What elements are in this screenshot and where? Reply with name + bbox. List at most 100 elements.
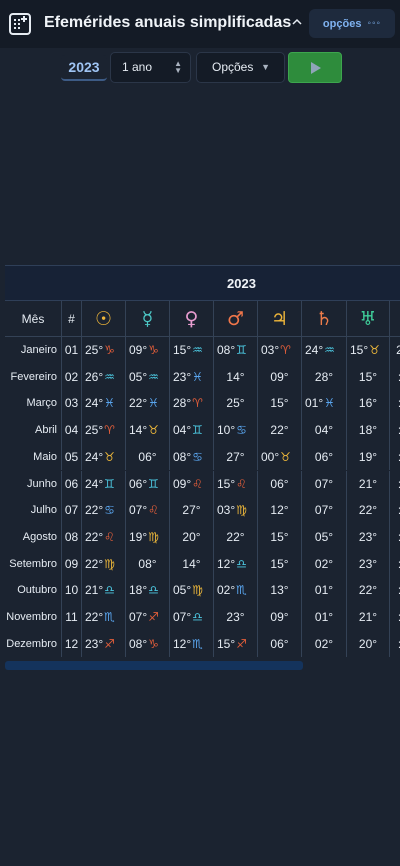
- zodiac-sign-icon: ♒: [192, 343, 203, 357]
- table-row: Junho0624°♊06°♊09°♌15°♌06°07°21°:: [5, 470, 400, 498]
- planet-position-cell: 13°: [258, 577, 302, 604]
- planet-position-cell: 07°♐: [126, 604, 170, 631]
- chevron-up-icon[interactable]: [288, 14, 306, 32]
- planet-position-cell: 02°: [302, 550, 347, 578]
- degree-value: 23°: [226, 610, 245, 624]
- degree-value: 18°: [129, 583, 148, 598]
- zodiac-sign-icon: ♊: [192, 423, 203, 438]
- zodiac-sign-icon: ♋: [104, 503, 115, 518]
- degree-value: 02°: [314, 636, 334, 651]
- degree-value: 12°: [173, 636, 192, 651]
- degree-value: 22°: [129, 396, 148, 411]
- degree-value: 03°: [261, 343, 280, 357]
- degree-value: 10°: [217, 423, 236, 438]
- overflow-cell: 2: [390, 337, 400, 364]
- planet-position-cell: 08°: [126, 550, 170, 578]
- row-number: 02: [62, 363, 82, 391]
- degree-value: 22°: [358, 583, 378, 598]
- degree-value: 14°: [182, 556, 201, 571]
- planet-position-cell: 16°: [347, 390, 390, 418]
- degree-value: 24°: [85, 476, 104, 491]
- degree-value: 15°: [358, 369, 378, 384]
- planet-position-cell: 22°: [258, 417, 302, 444]
- overflow-cell: :: [390, 444, 400, 471]
- row-number: 05: [62, 443, 82, 471]
- options-select[interactable]: Opções ▼: [196, 52, 285, 83]
- zodiac-sign-icon: ♍: [192, 583, 203, 598]
- planet-position-cell: 01°: [302, 577, 347, 604]
- table-row: Outubro1021°♎18°♎05°♍02°♏13°01°22°:: [5, 577, 400, 604]
- degree-value: 23°: [358, 529, 378, 544]
- table-row: Setembro0922°♍ 08° 14° 12°♎ 15° 02° 23°:: [5, 550, 400, 578]
- planet-position-cell: 07°: [302, 470, 347, 498]
- row-month: Julho: [5, 497, 62, 524]
- planet-position-cell: 01°: [302, 604, 347, 631]
- period-select[interactable]: 1 ano ▲ ▼: [110, 52, 191, 83]
- degree-value: 23°: [173, 369, 192, 384]
- degree-value: 09°: [270, 369, 289, 384]
- planet-position-cell: 15°: [347, 363, 390, 391]
- zodiac-sign-icon: ♑: [148, 636, 159, 651]
- planet-position-cell: 15°: [258, 550, 302, 578]
- zodiac-sign-icon: ♎: [104, 583, 115, 598]
- jupiter-glyph-icon: ♃: [270, 307, 289, 330]
- degree-value: 22°: [270, 423, 289, 438]
- period-select-value: 1 ano: [122, 60, 153, 74]
- overflow-cell: :: [390, 577, 400, 604]
- overflow-cell: :: [390, 390, 400, 417]
- degree-value: 06°: [138, 449, 157, 464]
- degree-value: 21°: [358, 610, 378, 624]
- planet-position-cell: 08°♑: [126, 630, 170, 658]
- planet-position-cell: 23°♓: [170, 363, 214, 391]
- planet-position-cell: 00°♉: [258, 443, 302, 471]
- row-month: Abril: [5, 417, 62, 444]
- column-header-sun: ☉: [82, 301, 126, 337]
- zodiac-sign-icon: ♊: [236, 343, 247, 357]
- degree-value: 06°: [314, 449, 334, 464]
- degree-value: 25°: [226, 396, 245, 411]
- degree-value: 22°: [226, 529, 245, 544]
- degree-value: 15°: [217, 636, 236, 651]
- degree-value: 18°: [358, 423, 378, 438]
- degree-value: 24°: [305, 343, 324, 357]
- year-input[interactable]: 2023: [61, 55, 107, 81]
- degree-value: 03°: [217, 503, 236, 518]
- saturn-glyph-icon: ♄: [315, 307, 333, 330]
- degree-value: 04°: [173, 423, 192, 438]
- planet-position-cell: 21°: [347, 470, 390, 498]
- planet-position-cell: 19°♍: [126, 523, 170, 551]
- options-select-value: Opções: [212, 60, 254, 74]
- planet-position-cell: 12°: [258, 497, 302, 524]
- options-button[interactable]: opções ◦◦◦: [309, 9, 395, 38]
- run-button[interactable]: [288, 52, 342, 83]
- planet-position-cell: 22°: [214, 523, 258, 551]
- planet-position-cell: 23°: [347, 550, 390, 578]
- planet-position-cell: 07°: [302, 497, 347, 524]
- horizontal-scrollbar[interactable]: [5, 661, 395, 670]
- degree-value: 16°: [358, 396, 378, 411]
- degree-value: 05°: [314, 529, 334, 544]
- degree-value: 28°: [314, 369, 334, 384]
- degree-value: 02°: [217, 583, 236, 598]
- zodiac-sign-icon: ♎: [148, 583, 159, 598]
- planet-position-cell: 21°: [347, 604, 390, 631]
- degree-value: 15°: [350, 343, 369, 357]
- planet-position-cell: 02°: [302, 630, 347, 658]
- toolbar: 2023 1 ano ▲ ▼ Opções ▼: [0, 52, 400, 84]
- table-row: Janeiro 01 25°♑ 09°♑ 15°♒ 08°♊ 03°♈ 24°♒ 15°♉ 2: [5, 337, 400, 364]
- zodiac-sign-icon: ♑: [148, 343, 159, 357]
- scrollbar-thumb[interactable]: [5, 661, 303, 670]
- planet-position-cell: 12°♏: [170, 630, 214, 658]
- zodiac-sign-icon: ♈: [192, 396, 203, 411]
- degree-value: 27°: [182, 503, 201, 518]
- row-number: 10: [62, 577, 82, 604]
- degree-value: 09°: [270, 610, 289, 624]
- column-header-saturn: ♄: [302, 301, 347, 337]
- updown-arrows-icon: ▲ ▼: [174, 59, 182, 75]
- planet-position-cell: 06°: [258, 630, 302, 658]
- degree-value: 12°: [270, 503, 289, 518]
- planet-position-cell: 20°: [170, 523, 214, 551]
- planet-position-cell: 25°♈: [82, 417, 126, 444]
- planet-position-cell: 18°: [347, 417, 390, 444]
- zodiac-sign-icon: ♓: [192, 369, 203, 384]
